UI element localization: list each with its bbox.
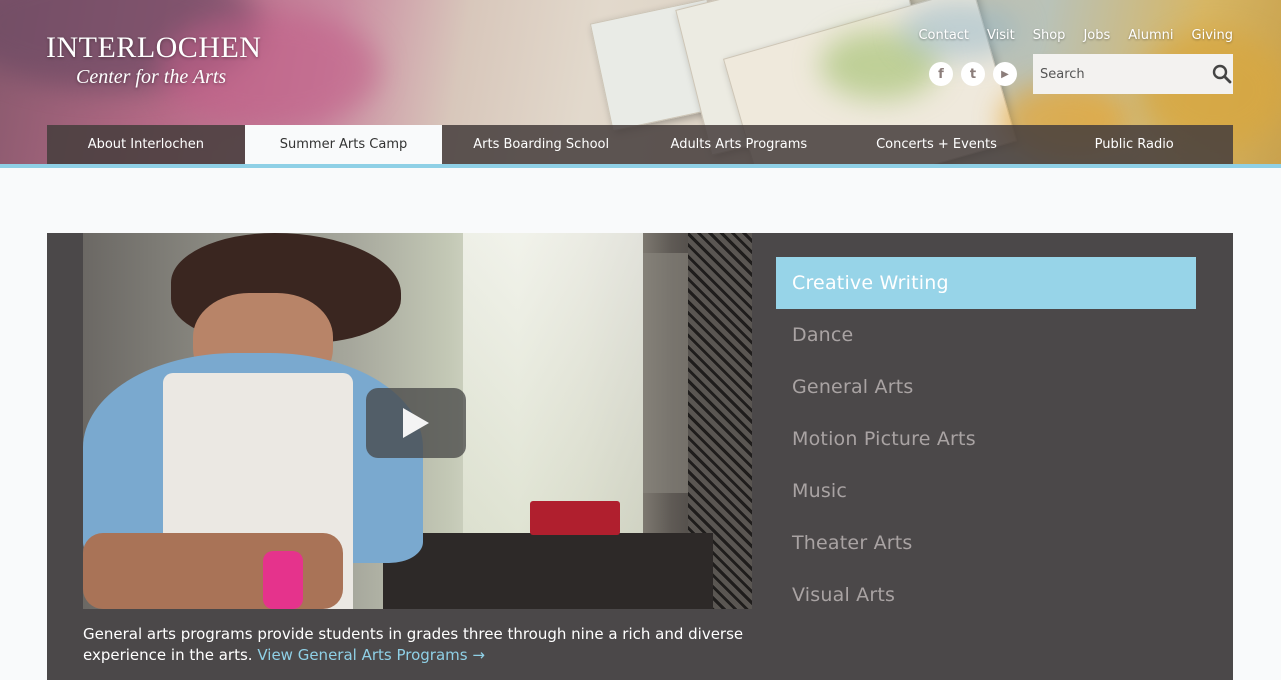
nav-summer-arts-camp[interactable]: Summer Arts Camp — [244, 125, 443, 164]
twitter-icon[interactable]: t — [961, 62, 985, 86]
program-description: General arts programs provide students i… — [83, 624, 752, 666]
search-box — [1033, 54, 1233, 94]
video-player[interactable] — [83, 233, 752, 609]
nav-about-interlochen[interactable]: About Interlochen — [47, 125, 245, 164]
program-theater-arts[interactable]: Theater Arts — [776, 517, 1196, 569]
video-red-cups — [530, 501, 620, 535]
video-watch — [263, 551, 303, 609]
utility-link-giving[interactable]: Giving — [1192, 28, 1233, 43]
youtube-icon[interactable]: ▶ — [993, 62, 1017, 86]
play-button[interactable] — [366, 388, 466, 458]
social-links: f t ▶ — [929, 62, 1017, 86]
utility-link-visit[interactable]: Visit — [987, 28, 1015, 43]
utility-link-jobs[interactable]: Jobs — [1083, 28, 1110, 43]
search-input[interactable] — [1033, 54, 1210, 94]
play-icon — [403, 408, 429, 438]
logo-name: INTERLOCHEN — [46, 31, 262, 64]
video-arm — [83, 533, 343, 609]
utility-link-shop[interactable]: Shop — [1033, 28, 1066, 43]
nav-public-radio[interactable]: Public Radio — [1035, 125, 1233, 164]
utility-link-alumni[interactable]: Alumni — [1128, 28, 1173, 43]
site-logo[interactable]: INTERLOCHEN Center for the Arts — [46, 30, 261, 88]
program-list: Creative Writing Dance General Arts Moti… — [776, 257, 1196, 621]
video-shelf — [643, 253, 693, 493]
facebook-icon[interactable]: f — [929, 62, 953, 86]
program-visual-arts[interactable]: Visual Arts — [776, 569, 1196, 621]
video-window-light — [463, 233, 643, 533]
nav-concerts-events[interactable]: Concerts + Events — [838, 125, 1036, 164]
program-creative-writing[interactable]: Creative Writing — [776, 257, 1196, 309]
header-divider — [0, 164, 1281, 168]
video-table — [383, 533, 713, 609]
program-panel: General arts programs provide students i… — [47, 233, 1233, 680]
view-programs-link[interactable]: View General Arts Programs → — [257, 646, 485, 664]
utility-nav: Contact Visit Shop Jobs Alumni Giving — [918, 28, 1233, 43]
program-music[interactable]: Music — [776, 465, 1196, 517]
program-dance[interactable]: Dance — [776, 309, 1196, 361]
utility-link-contact[interactable]: Contact — [918, 28, 969, 43]
site-header: INTERLOCHEN Center for the Arts Contact … — [0, 0, 1281, 168]
nav-adults-arts-programs[interactable]: Adults Arts Programs — [640, 125, 838, 164]
search-icon[interactable] — [1210, 64, 1233, 84]
program-motion-picture-arts[interactable]: Motion Picture Arts — [776, 413, 1196, 465]
logo-subtitle: Center for the Arts — [76, 66, 227, 88]
nav-arts-boarding-school[interactable]: Arts Boarding School — [442, 125, 640, 164]
main-nav: About Interlochen Summer Arts Camp Arts … — [47, 125, 1233, 164]
program-general-arts[interactable]: General Arts — [776, 361, 1196, 413]
